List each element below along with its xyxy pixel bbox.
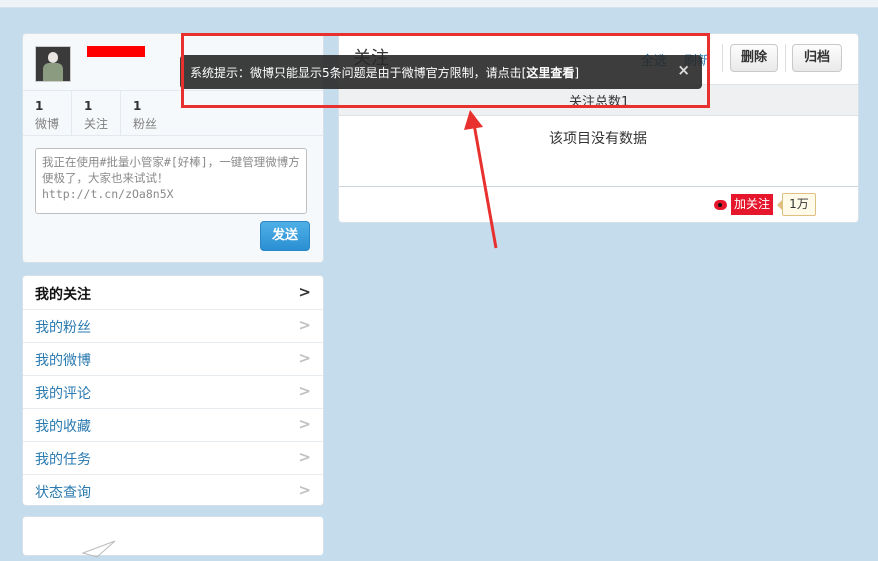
stat-value: 1	[133, 99, 142, 113]
stat-followers[interactable]: 1 粉丝	[121, 91, 169, 135]
sidebar-item-tasks[interactable]: 我的任务 >	[23, 441, 323, 475]
sidebar-item-my-weibo[interactable]: 我的微博 >	[23, 342, 323, 376]
stat-label: 关注	[84, 117, 109, 131]
chevron-right-icon: >	[298, 316, 311, 334]
sidebar-item-label: 我的评论	[35, 386, 91, 402]
chevron-right-icon: >	[298, 415, 311, 433]
sidebar-item-label: 我的粉丝	[35, 320, 91, 336]
stat-weibo[interactable]: 1 微博	[23, 91, 72, 135]
sidebar-item-label: 我的微博	[35, 353, 91, 369]
avatar[interactable]	[35, 46, 71, 82]
empty-message: 该项目没有数据	[549, 131, 647, 147]
chevron-right-icon: >	[298, 448, 311, 466]
weibo-logo-icon	[711, 195, 731, 215]
paper-plane-icon	[81, 540, 116, 558]
archive-button[interactable]: 归档	[792, 44, 842, 72]
chevron-right-icon: >	[298, 349, 311, 367]
avatar-body	[43, 63, 63, 81]
follow-button[interactable]: 加关注	[731, 194, 773, 215]
send-button[interactable]: 发送	[260, 221, 310, 251]
stat-label: 微博	[35, 117, 60, 131]
highlight-box	[181, 33, 710, 108]
sidebar-item-label: 状态查询	[35, 485, 91, 501]
avatar-head	[48, 52, 58, 63]
sidebar-item-comments[interactable]: 我的评论 >	[23, 375, 323, 409]
toolbar-divider	[785, 44, 786, 72]
weibo-logo-dot	[718, 203, 722, 207]
sidebar-item-label: 我的任务	[35, 452, 91, 468]
sidebar-item-fans[interactable]: 我的粉丝 >	[23, 309, 323, 343]
top-strip	[0, 0, 878, 8]
sidebar-item-favorites[interactable]: 我的收藏 >	[23, 408, 323, 442]
chevron-right-icon: >	[298, 481, 311, 499]
chevron-right-icon: >	[298, 283, 311, 301]
stat-following[interactable]: 1 关注	[72, 91, 121, 135]
sidebar-item-following[interactable]: 我的关注 >	[23, 276, 323, 310]
delete-button[interactable]: 删除	[730, 44, 778, 72]
toolbar-divider	[722, 44, 723, 72]
sidebar-menu: 我的关注 > 我的粉丝 > 我的微博 > 我的评论 > 我的收藏 > 我的任务 …	[22, 275, 324, 506]
redacted-username	[87, 46, 145, 57]
stat-label: 粉丝	[133, 117, 158, 131]
stat-value: 1	[35, 99, 44, 113]
bottom-panel	[22, 516, 324, 558]
stat-value: 1	[84, 99, 93, 113]
follower-count-badge: 1万	[777, 193, 816, 216]
compose-input[interactable]: 我正在使用#批量小管家#[好棒]，一键管理微博方便极了，大家也来试试！ http…	[35, 148, 307, 214]
divider	[339, 186, 858, 187]
chevron-right-icon: >	[298, 382, 311, 400]
sidebar-item-label: 我的收藏	[35, 419, 91, 435]
sidebar-item-label: 我的关注	[35, 287, 91, 303]
sidebar-item-status[interactable]: 状态查询 >	[23, 474, 323, 507]
